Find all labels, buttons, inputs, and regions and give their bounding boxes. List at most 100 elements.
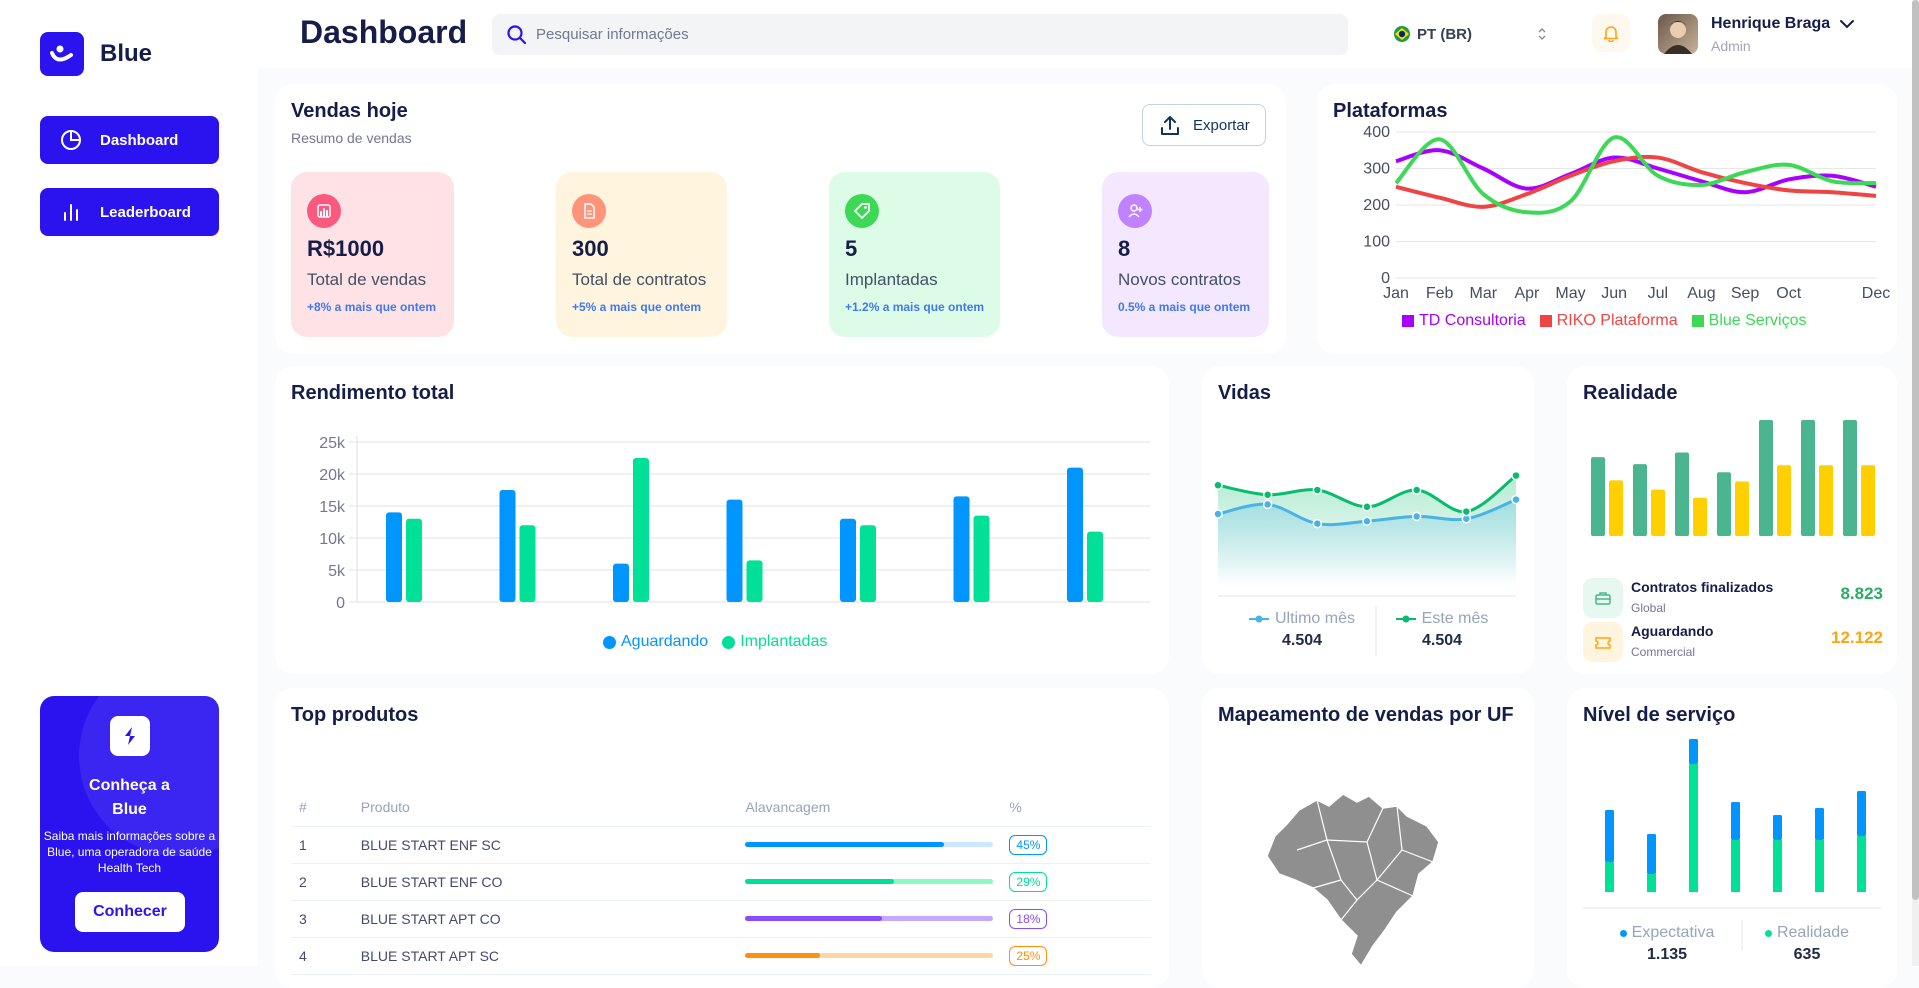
bar-segment (1857, 836, 1866, 892)
progress-bar (745, 916, 994, 921)
avatar[interactable] (1658, 14, 1698, 54)
legend-item: Implantadas (722, 633, 827, 651)
bar (1801, 420, 1815, 536)
legend-swatch (1691, 315, 1704, 327)
bar (860, 525, 876, 602)
legend-item: Aguardando (603, 633, 708, 651)
brand[interactable]: Blue (40, 32, 152, 76)
bar-segment (1857, 791, 1866, 836)
bar (1087, 531, 1103, 602)
column-header: # (291, 788, 353, 827)
bar-chart-icon (307, 194, 341, 228)
search-input[interactable]: Pesquisar informações (492, 14, 1348, 55)
y-tick-label: 25k (319, 435, 346, 452)
bar (1861, 465, 1875, 536)
bar-segment (1647, 874, 1656, 892)
legend-item: Realidade 635 (1727, 924, 1887, 964)
x-tick-label: Apr (1514, 285, 1540, 302)
legend-item: Expectativa 1.135 (1587, 924, 1747, 964)
bar-segment (1815, 808, 1824, 840)
data-point (1312, 485, 1323, 495)
x-tick-label: Dec (1862, 285, 1890, 302)
y-tick-label: 20k (319, 467, 346, 484)
sidebar-item-label: Leaderboard (100, 203, 191, 221)
briefcase-icon (1583, 578, 1623, 618)
data-point (1362, 516, 1372, 526)
legend-dot (1764, 929, 1772, 937)
bar (519, 525, 536, 602)
bar (1717, 472, 1731, 536)
platforms-card: Plataformas 0 100 200 300 400 Jan Feb Mar Apr May… (1317, 84, 1897, 354)
bar-segment (1773, 840, 1782, 892)
table-row[interactable]: 3 BLUE START APT CO 18% (291, 900, 1151, 938)
bar (1759, 420, 1773, 536)
data-point (1312, 518, 1323, 529)
progress-bar (745, 842, 994, 847)
bar (1777, 465, 1791, 536)
bar-segment (1647, 834, 1656, 874)
brand-name: Blue (100, 40, 153, 67)
sidebar-item-dashboard[interactable]: Dashboard (40, 116, 219, 164)
top-products-card: Top produtos # Produto Alavancagem% 1 BLUE … (275, 688, 1169, 988)
x-tick-label: Feb (1426, 285, 1454, 302)
product-name: BLUE START APT SC (352, 937, 738, 975)
data-point (1213, 480, 1223, 490)
notifications-button[interactable] (1592, 14, 1630, 52)
scrollbar-thumb[interactable] (1912, 0, 1919, 900)
kpi-card: 300 Total de contratos +5% a mais que onte… (556, 172, 727, 337)
legend-label: Realidade (1776, 924, 1850, 941)
kpi-card: 5 Implantadas +1.2% a mais que ontem (829, 172, 1000, 337)
table-row[interactable]: 1 BLUE START ENF SC 45% (291, 826, 1151, 864)
scrollbar[interactable] (1912, 0, 1919, 966)
y-tick-label: 15k (319, 499, 346, 516)
bar-segment (1605, 810, 1614, 862)
x-tick-label: Jul (1648, 285, 1668, 302)
table-row[interactable]: 4 BLUE START APT SC 25% (291, 937, 1151, 975)
sidebar-item-label: Dashboard (100, 131, 179, 149)
export-button[interactable]: Exportar (1142, 104, 1266, 146)
bar-chart-icon (64, 204, 78, 221)
legend-dot (603, 635, 616, 649)
leverage-cell (737, 826, 1002, 864)
bar (1675, 452, 1689, 536)
bar (1843, 420, 1857, 536)
bar (1609, 480, 1623, 536)
bar-segment (1815, 840, 1824, 892)
promo-button[interactable]: Conhecer (75, 892, 185, 932)
row-number: 2 (291, 863, 353, 901)
row-number: 4 (291, 937, 353, 975)
kpi-value: 5 (845, 236, 858, 261)
sales-today-card: Vendas hoje Resumo de vendas Exportar R$… (275, 84, 1286, 354)
table-row[interactable]: 2 BLUE START ENF CO 29% (291, 863, 1151, 901)
sidebar-item-leaderboard[interactable]: Leaderboard (40, 188, 219, 236)
stat-row: Contratos finalizados Global 8.823 (1583, 574, 1883, 622)
progress-bar (745, 953, 994, 958)
leverage-cell (737, 937, 1002, 975)
legend-label: Expectativa (1631, 924, 1715, 941)
legend-label: Implantadas (740, 633, 828, 650)
product-name: BLUE START ENF SC (352, 826, 738, 864)
x-tick-label: Aug (1687, 285, 1715, 302)
kpi-delta: 0.5% a mais que ontem (1118, 300, 1251, 314)
card-title: Vendas hoje (291, 100, 408, 122)
language-select[interactable]: PT (BR) (1382, 16, 1560, 52)
revenue-bar-chart: 0 5k 10k 15k 20k 25k (319, 435, 1150, 612)
bar (499, 490, 516, 602)
bar (726, 499, 743, 602)
progress-fill (745, 916, 882, 921)
y-tick-label: 5k (328, 563, 346, 580)
data-point (1213, 509, 1223, 519)
legend-item: Blue Serviços (1691, 312, 1806, 330)
row-number: 3 (291, 900, 353, 938)
chevron-down-icon[interactable] (1839, 16, 1855, 32)
bar (746, 560, 763, 602)
stat-title: Contratos finalizados (1631, 579, 1774, 595)
kpi-value: 8 (1118, 236, 1131, 261)
percent-badge: 29% (1009, 871, 1048, 892)
percent-cell: 45% (1001, 826, 1151, 864)
kpi-label: Total de contratos (572, 270, 707, 289)
products-table: # Produto Alavancagem% 1 BLUE START ENF SC 4… (291, 788, 1151, 975)
bar (1693, 497, 1707, 536)
user-name: Henrique Braga (1711, 15, 1831, 32)
progress-bar (745, 879, 994, 884)
